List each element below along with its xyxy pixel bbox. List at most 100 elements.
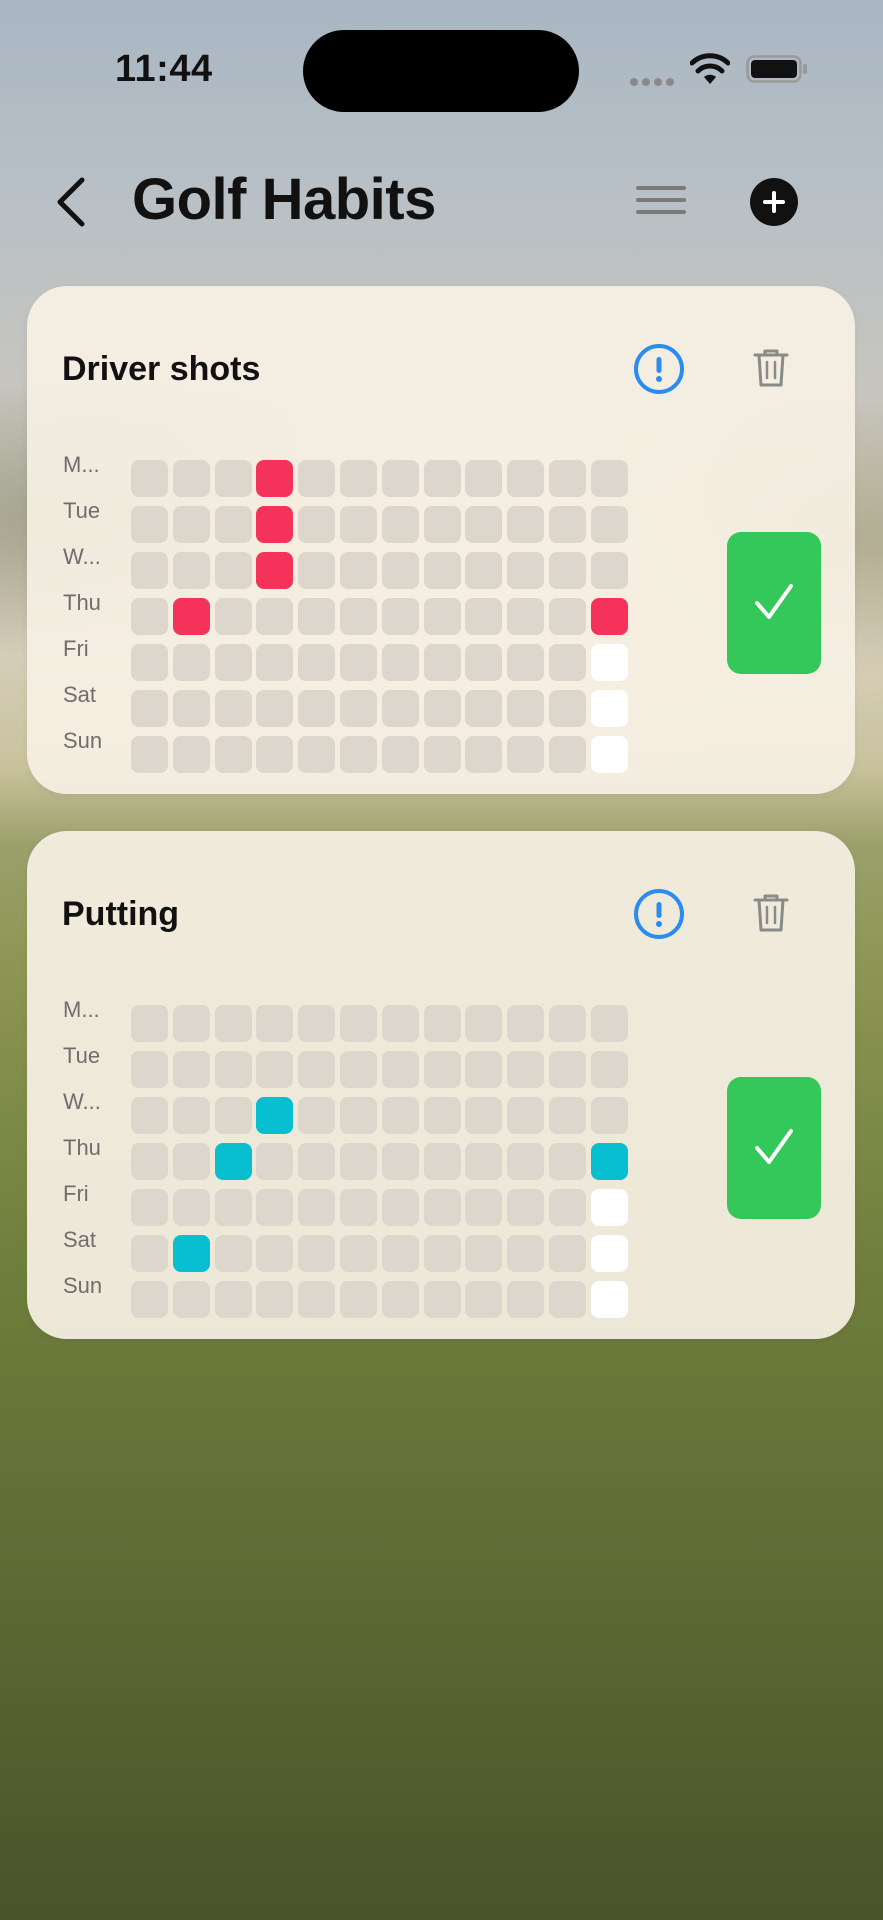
grid-cell[interactable] [172, 1281, 210, 1318]
grid-cell-completed[interactable] [172, 598, 210, 635]
grid-cell[interactable] [381, 598, 419, 635]
grid-cell[interactable] [256, 690, 294, 727]
delete-button[interactable] [753, 893, 789, 933]
grid-cell[interactable] [465, 644, 503, 681]
grid-cell[interactable] [131, 1143, 168, 1180]
grid-cell[interactable] [298, 1005, 336, 1042]
grid-cell[interactable] [340, 598, 377, 635]
grid-cell[interactable] [549, 506, 586, 543]
grid-cell[interactable] [214, 736, 252, 773]
grid-cell[interactable] [256, 1189, 294, 1226]
grid-cell[interactable] [214, 1235, 252, 1272]
grid-cell[interactable] [423, 552, 461, 589]
grid-cell[interactable] [298, 598, 336, 635]
grid-cell[interactable] [465, 598, 503, 635]
grid-cell[interactable] [549, 552, 586, 589]
grid-cell[interactable] [172, 1143, 210, 1180]
grid-cell[interactable] [590, 1097, 628, 1134]
grid-cell[interactable] [214, 690, 252, 727]
grid-cell[interactable] [131, 1005, 168, 1042]
grid-cell[interactable] [256, 1281, 294, 1318]
grid-cell[interactable] [131, 1281, 168, 1318]
grid-cell[interactable] [549, 1097, 586, 1134]
grid-cell[interactable] [172, 644, 210, 681]
grid-cell-completed[interactable] [256, 460, 294, 497]
grid-cell[interactable] [340, 1189, 377, 1226]
grid-cell[interactable] [256, 1005, 294, 1042]
complete-today-button[interactable] [727, 532, 821, 674]
grid-cell[interactable] [340, 1235, 377, 1272]
grid-cell[interactable] [507, 736, 545, 773]
grid-cell[interactable] [256, 1143, 294, 1180]
grid-cell[interactable] [340, 690, 377, 727]
grid-cell-upcoming[interactable] [590, 690, 628, 727]
grid-cell[interactable] [507, 1143, 545, 1180]
grid-cell[interactable] [298, 644, 336, 681]
grid-cell[interactable] [298, 1143, 336, 1180]
grid-cell[interactable] [131, 552, 168, 589]
grid-cell[interactable] [172, 1097, 210, 1134]
grid-cell[interactable] [340, 644, 377, 681]
grid-cell[interactable] [465, 1051, 503, 1088]
grid-cell[interactable] [340, 1005, 377, 1042]
grid-cell[interactable] [131, 690, 168, 727]
grid-cell[interactable] [423, 506, 461, 543]
grid-cell[interactable] [423, 1005, 461, 1042]
grid-cell[interactable] [298, 552, 336, 589]
grid-cell[interactable] [381, 1281, 419, 1318]
info-button[interactable] [634, 889, 684, 939]
grid-cell[interactable] [423, 1097, 461, 1134]
grid-cell[interactable] [381, 506, 419, 543]
grid-cell[interactable] [131, 506, 168, 543]
grid-cell[interactable] [507, 1235, 545, 1272]
grid-cell-completed[interactable] [256, 1097, 294, 1134]
grid-cell[interactable] [214, 1281, 252, 1318]
grid-cell[interactable] [507, 644, 545, 681]
grid-cell[interactable] [172, 690, 210, 727]
grid-cell[interactable] [549, 1189, 586, 1226]
grid-cell[interactable] [549, 690, 586, 727]
grid-cell[interactable] [590, 1005, 628, 1042]
grid-cell[interactable] [465, 1143, 503, 1180]
grid-cell[interactable] [590, 1051, 628, 1088]
grid-cell-upcoming[interactable] [590, 736, 628, 773]
info-button[interactable] [634, 344, 684, 394]
grid-cell[interactable] [381, 552, 419, 589]
grid-cell[interactable] [507, 1051, 545, 1088]
grid-cell[interactable] [131, 460, 168, 497]
grid-cell[interactable] [465, 506, 503, 543]
complete-today-button[interactable] [727, 1077, 821, 1219]
grid-cell[interactable] [381, 1051, 419, 1088]
grid-cell[interactable] [549, 1143, 586, 1180]
grid-cell[interactable] [298, 1281, 336, 1318]
grid-cell[interactable] [340, 506, 377, 543]
grid-cell[interactable] [214, 460, 252, 497]
grid-cell[interactable] [423, 1281, 461, 1318]
grid-cell[interactable] [131, 1097, 168, 1134]
grid-cell[interactable] [214, 552, 252, 589]
grid-cell[interactable] [256, 644, 294, 681]
grid-cell[interactable] [256, 598, 294, 635]
grid-cell[interactable] [590, 460, 628, 497]
grid-cell[interactable] [549, 1005, 586, 1042]
grid-cell[interactable] [172, 552, 210, 589]
grid-cell-completed[interactable] [590, 1143, 628, 1180]
grid-cell[interactable] [256, 1051, 294, 1088]
grid-cell[interactable] [507, 598, 545, 635]
grid-cell[interactable] [590, 506, 628, 543]
grid-cell[interactable] [507, 506, 545, 543]
grid-cell[interactable] [507, 1189, 545, 1226]
grid-cell[interactable] [381, 1235, 419, 1272]
grid-cell[interactable] [256, 736, 294, 773]
grid-cell[interactable] [381, 460, 419, 497]
grid-cell[interactable] [381, 690, 419, 727]
grid-cell[interactable] [340, 460, 377, 497]
grid-cell[interactable] [465, 1281, 503, 1318]
grid-cell[interactable] [507, 552, 545, 589]
grid-cell[interactable] [298, 1051, 336, 1088]
grid-cell[interactable] [549, 736, 586, 773]
grid-cell[interactable] [549, 1235, 586, 1272]
grid-cell-upcoming[interactable] [590, 1281, 628, 1318]
grid-cell[interactable] [423, 644, 461, 681]
grid-cell[interactable] [298, 1189, 336, 1226]
